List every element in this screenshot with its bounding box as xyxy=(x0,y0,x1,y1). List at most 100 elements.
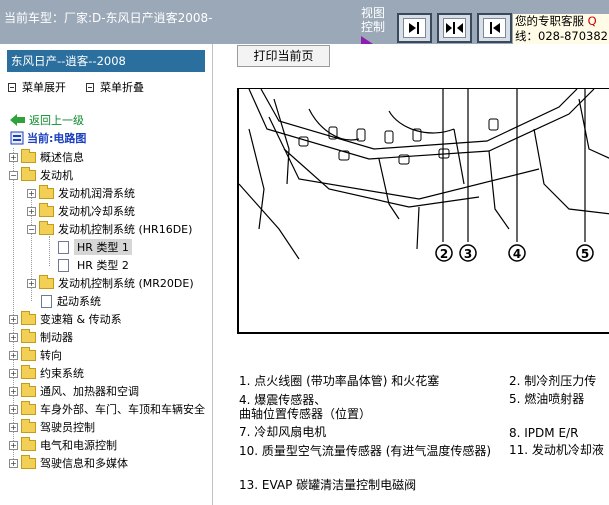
tree-node-label: 概述信息 xyxy=(40,151,84,164)
svg-text:5: 5 xyxy=(581,247,589,261)
page-icon xyxy=(58,258,69,272)
expand-toggle-icon[interactable]: + xyxy=(9,386,18,396)
tree-node-driver-controls[interactable]: + 驾驶员控制 xyxy=(9,418,95,436)
service-title: 您的专职客服 xyxy=(515,14,584,28)
page-icon xyxy=(41,294,52,308)
callout-4: 4 xyxy=(508,244,526,262)
folder-icon xyxy=(21,454,36,469)
tree-header: 东风日产--逍客--2008 xyxy=(7,50,205,72)
expand-all-button[interactable]: 菜单展开 xyxy=(8,79,66,95)
folder-icon xyxy=(39,202,54,217)
tree-node-brakes[interactable]: + 制动器 xyxy=(9,328,73,346)
view-control-label: 视图控制 xyxy=(361,6,386,34)
tree-line xyxy=(49,236,50,266)
view-split-icon xyxy=(443,18,466,38)
tree-node-label: 约束系统 xyxy=(40,367,84,380)
qq-link[interactable]: Q xyxy=(588,14,597,28)
collapse-all-label: 菜单折叠 xyxy=(100,81,144,94)
tree-node-label: 发动机 xyxy=(40,169,73,182)
tree-node-label: 转向 xyxy=(40,349,62,362)
tree-node-info-multimedia[interactable]: + 驾驶信息和多媒体 xyxy=(9,454,128,472)
expand-toggle-icon[interactable]: + xyxy=(27,278,36,288)
expand-toggle-icon[interactable]: + xyxy=(9,458,18,468)
legend-item: 1. 点火线圈 (带功率晶体管) 和火花塞 xyxy=(239,374,440,388)
legend-item: 13. EVAP 碳罐清洁量控制电磁阀 xyxy=(239,478,417,492)
folder-icon xyxy=(39,184,54,199)
callout-2: 2 xyxy=(435,244,453,262)
tree-node-transmission[interactable]: + 变速箱 & 传动系 xyxy=(9,310,122,328)
tree-node-body-exterior[interactable]: + 车身外部、车门、车顶和车辆安全 xyxy=(9,400,205,418)
tree-node-engine-control-mr20de[interactable]: + 发动机控制系统 (MR20DE) xyxy=(27,274,194,292)
folder-icon xyxy=(21,328,36,343)
customer-service-panel: 您的专职客服 Q 线：028-870382 xyxy=(513,14,609,44)
collapse-toggle-icon[interactable]: − xyxy=(27,224,36,234)
current-car-model: 当前车型：厂家:D-东风日产逍客2008- xyxy=(4,11,213,25)
expand-toggle-icon[interactable]: + xyxy=(27,188,36,198)
expand-toggle-icon[interactable]: + xyxy=(9,368,18,378)
tree-node-label: 起动系统 xyxy=(57,295,101,308)
current-location-label: 当前:电路图 xyxy=(27,132,87,145)
legend-item: 2. 制冷剂压力传 xyxy=(509,374,597,388)
folder-icon xyxy=(21,400,36,415)
tree-node-label-selected: HR 类型 1 xyxy=(74,239,132,255)
legend-item: 11. 发动机冷却液 xyxy=(509,443,604,457)
folder-icon xyxy=(21,436,36,451)
legend-item: 曲轴位置传感器（位置） xyxy=(239,407,372,421)
expand-toggle-icon[interactable]: + xyxy=(9,152,18,162)
tree-node-label: HR 类型 2 xyxy=(77,259,129,272)
tree-node-engine-lubrication[interactable]: + 发动机润滑系统 xyxy=(27,184,135,202)
tree-node-steering[interactable]: + 转向 xyxy=(9,346,62,364)
tree-node-hvac[interactable]: + 通风、加热器和空调 xyxy=(9,382,139,400)
legend-item: 7. 冷却风扇电机 xyxy=(239,425,327,439)
tree-node-engine-control-hr16de[interactable]: − 发动机控制系统 (HR16DE) xyxy=(27,220,192,238)
tree-node-hr-type-2[interactable]: HR 类型 2 xyxy=(58,256,129,274)
expand-toggle-icon[interactable]: + xyxy=(9,350,18,360)
expand-toggle-icon[interactable]: + xyxy=(9,422,18,432)
tree-node-label: 驾驶员控制 xyxy=(40,421,95,434)
expand-toggle-icon[interactable]: + xyxy=(9,332,18,342)
view-next-button[interactable] xyxy=(397,13,432,43)
expand-toggle-icon[interactable]: + xyxy=(9,440,18,450)
page-icon xyxy=(58,240,69,254)
tree-node-label: 发动机控制系统 (MR20DE) xyxy=(58,277,194,290)
expand-toggle-icon[interactable]: + xyxy=(27,206,36,216)
tree-node-overview[interactable]: + 概述信息 xyxy=(9,148,84,166)
current-location: 当前:电路图 xyxy=(10,130,86,146)
engine-bay-drawing: 2 3 4 5 xyxy=(239,89,609,262)
callout-5: 5 xyxy=(576,244,594,262)
view-prev-icon xyxy=(483,18,506,38)
tree-node-label: 制动器 xyxy=(40,331,73,344)
folder-open-icon xyxy=(21,166,36,181)
view-control-arrow-icon xyxy=(361,36,373,44)
collapse-icon xyxy=(86,82,94,92)
tree-node-label: 通风、加热器和空调 xyxy=(40,385,139,398)
folder-icon xyxy=(21,382,36,397)
tree-node-label: 发动机润滑系统 xyxy=(58,187,135,200)
tree-node-restraint[interactable]: + 约束系统 xyxy=(9,364,84,382)
collapse-all-button[interactable]: 菜单折叠 xyxy=(86,79,144,95)
component-location-diagram: 2 3 4 5 xyxy=(237,88,609,334)
top-bar: 当前车型：厂家:D-东风日产逍客2008- 视图控制 您的专职客服 Q 线：02… xyxy=(0,0,609,44)
tree-node-label: 发动机冷却系统 xyxy=(58,205,135,218)
tree-node-engine-cooling[interactable]: + 发动机冷却系统 xyxy=(27,202,135,220)
tree-node-engine[interactable]: − 发动机 xyxy=(9,166,73,184)
back-link-label: 返回上一级 xyxy=(29,114,84,127)
view-prev-button[interactable] xyxy=(477,13,512,43)
navigation-panel: 东风日产--逍客--2008 菜单展开 菜单折叠 返回上一级 当前:电路图 + 概… xyxy=(0,44,213,505)
folder-icon xyxy=(21,310,36,325)
tree-node-hr-type-1[interactable]: HR 类型 1 xyxy=(58,238,132,256)
expand-toggle-icon[interactable]: + xyxy=(9,404,18,414)
collapse-toggle-icon[interactable]: − xyxy=(9,170,18,180)
tree-node-starting-system[interactable]: 起动系统 xyxy=(41,292,101,310)
folder-icon xyxy=(21,346,36,361)
view-split-button[interactable] xyxy=(437,13,472,43)
print-page-button[interactable]: 打印当前页 xyxy=(237,45,330,67)
svg-text:4: 4 xyxy=(513,247,521,261)
back-link[interactable]: 返回上一级 xyxy=(10,112,84,128)
folder-icon xyxy=(21,148,36,163)
tree-controls: 菜单展开 菜单折叠 xyxy=(8,79,144,95)
view-next-icon xyxy=(403,18,426,38)
expand-toggle-icon[interactable]: + xyxy=(9,314,18,324)
tree-node-electrical-power[interactable]: + 电气和电源控制 xyxy=(9,436,117,454)
folder-icon xyxy=(21,364,36,379)
